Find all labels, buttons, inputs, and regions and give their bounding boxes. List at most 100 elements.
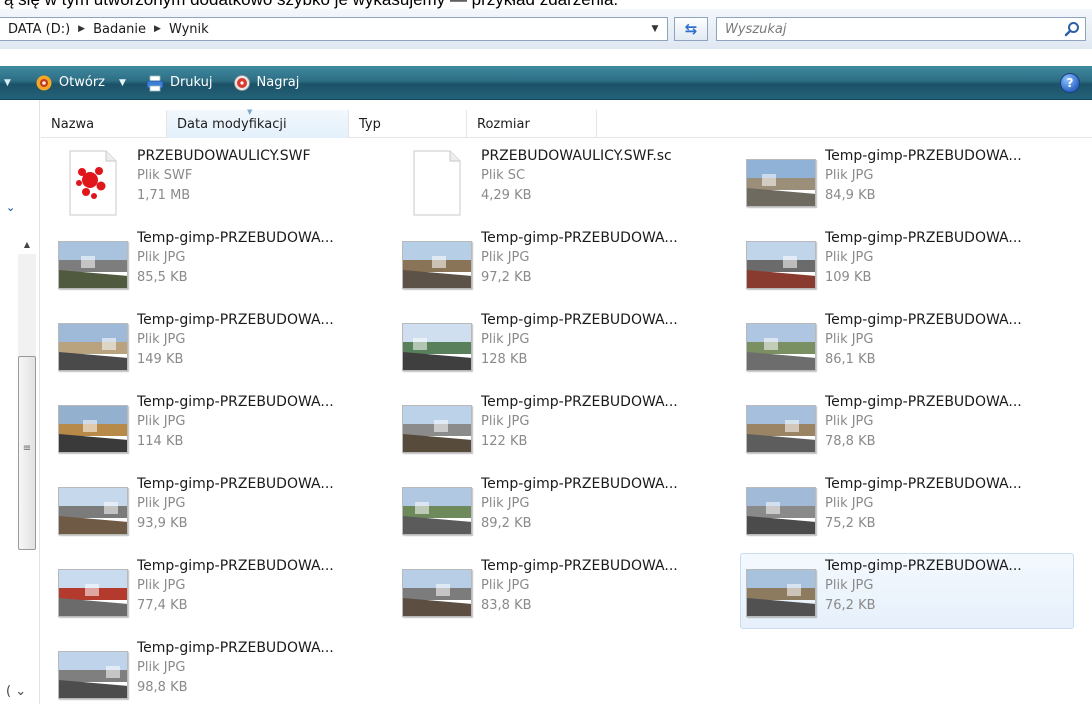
explorer-window: ą się w tym utworzonym dodatkowo szybko … bbox=[0, 0, 1092, 704]
column-header-label: Rozmiar bbox=[477, 116, 530, 132]
file-size: 76,2 KB bbox=[825, 598, 876, 613]
file-item[interactable]: Temp-gimp-PRZEBUDOWA... Plik JPG 128 KB bbox=[396, 307, 730, 383]
collapse-chevron-icon[interactable]: ⌄ bbox=[6, 201, 20, 215]
search-input[interactable] bbox=[717, 19, 1059, 39]
column-header-row: Nazwa ▼ Data modyfikacji Typ Rozmiar bbox=[41, 108, 1092, 138]
file-name: Temp-gimp-PRZEBUDOWA... bbox=[481, 312, 678, 328]
file-name: Temp-gimp-PRZEBUDOWA... bbox=[137, 558, 334, 574]
file-size: 122 KB bbox=[481, 434, 528, 449]
refresh-icon: ⇆ bbox=[684, 20, 698, 38]
burn-disc-icon bbox=[233, 74, 251, 92]
column-header-name[interactable]: Nazwa bbox=[41, 110, 167, 138]
photo-thumbnail bbox=[57, 641, 129, 704]
breadcrumb-segment[interactable]: DATA (D:) bbox=[8, 22, 70, 37]
file-item[interactable]: Temp-gimp-PRZEBUDOWA... Plik JPG 77,4 KB bbox=[52, 553, 386, 629]
file-item[interactable]: PRZEBUDOWAULICY.SWF Plik SWF 1,71 MB bbox=[52, 143, 386, 219]
photo-thumbnail bbox=[745, 313, 817, 381]
file-item[interactable]: Temp-gimp-PRZEBUDOWA... Plik JPG 78,8 KB bbox=[740, 389, 1074, 465]
file-type: Plik JPG bbox=[137, 496, 186, 511]
column-header-type[interactable]: Typ bbox=[349, 110, 467, 138]
file-name: Temp-gimp-PRZEBUDOWA... bbox=[825, 312, 1022, 328]
file-size: 128 KB bbox=[481, 352, 528, 367]
file-name: Temp-gimp-PRZEBUDOWA... bbox=[481, 394, 678, 410]
file-item[interactable]: Temp-gimp-PRZEBUDOWA... Plik JPG 76,2 KB bbox=[740, 553, 1074, 629]
file-size: 83,8 KB bbox=[481, 598, 532, 613]
file-size: 84,9 KB bbox=[825, 188, 876, 203]
column-header-size[interactable]: Rozmiar bbox=[467, 110, 597, 138]
file-size: 4,29 KB bbox=[481, 188, 532, 203]
organize-dropdown-icon[interactable]: ▼ bbox=[4, 78, 11, 88]
blank-document-icon bbox=[401, 149, 473, 217]
file-item[interactable]: Temp-gimp-PRZEBUDOWA... Plik JPG 84,9 KB bbox=[740, 143, 1074, 219]
file-type: Plik JPG bbox=[825, 168, 874, 183]
file-size: 1,71 MB bbox=[137, 188, 191, 203]
print-button[interactable]: Drukuj bbox=[140, 70, 219, 96]
file-item[interactable]: Temp-gimp-PRZEBUDOWA... Plik JPG 85,5 KB bbox=[52, 225, 386, 301]
file-item[interactable]: Temp-gimp-PRZEBUDOWA... Plik JPG 149 KB bbox=[52, 307, 386, 383]
file-size: 109 KB bbox=[825, 270, 872, 285]
file-type: Plik JPG bbox=[481, 250, 530, 265]
burn-button[interactable]: Nagraj bbox=[227, 70, 306, 96]
breadcrumb-segment[interactable]: Badanie bbox=[93, 22, 146, 37]
file-name: Temp-gimp-PRZEBUDOWA... bbox=[137, 476, 334, 492]
file-item[interactable]: Temp-gimp-PRZEBUDOWA... Plik JPG 89,2 KB bbox=[396, 471, 730, 547]
print-label: Drukuj bbox=[169, 75, 213, 90]
file-item[interactable]: Temp-gimp-PRZEBUDOWA... Plik JPG 93,9 KB bbox=[52, 471, 386, 547]
file-type: Plik SWF bbox=[137, 168, 193, 183]
address-history-dropdown-icon[interactable]: ▼ bbox=[647, 19, 663, 39]
file-item[interactable]: Temp-gimp-PRZEBUDOWA... Plik JPG 122 KB bbox=[396, 389, 730, 465]
file-name: Temp-gimp-PRZEBUDOWA... bbox=[137, 394, 334, 410]
file-name: Temp-gimp-PRZEBUDOWA... bbox=[481, 476, 678, 492]
file-item[interactable]: Temp-gimp-PRZEBUDOWA... Plik JPG 109 KB bbox=[740, 225, 1074, 301]
refresh-button[interactable]: ⇆ bbox=[674, 17, 708, 41]
command-toolbar: ▼ Otwórz ▼ Drukuj Nagraj ? bbox=[0, 66, 1092, 100]
file-item[interactable]: Temp-gimp-PRZEBUDOWA... Plik JPG 114 KB bbox=[52, 389, 386, 465]
help-icon: ? bbox=[1066, 76, 1074, 90]
column-header-date[interactable]: ▼ Data modyfikacji bbox=[167, 108, 349, 138]
file-item[interactable]: Temp-gimp-PRZEBUDOWA... Plik JPG 83,8 KB bbox=[396, 553, 730, 629]
file-name: PRZEBUDOWAULICY.SWF bbox=[137, 148, 311, 164]
file-item[interactable]: Temp-gimp-PRZEBUDOWA... Plik JPG 86,1 KB bbox=[740, 307, 1074, 383]
breadcrumb-segment[interactable]: Wynik bbox=[169, 22, 209, 37]
photo-thumbnail bbox=[57, 559, 129, 627]
scroll-down-arrow-icon[interactable]: ( ⌄ bbox=[6, 684, 26, 699]
file-name: Temp-gimp-PRZEBUDOWA... bbox=[825, 230, 1022, 246]
file-name: Temp-gimp-PRZEBUDOWA... bbox=[825, 394, 1022, 410]
file-size: 85,5 KB bbox=[137, 270, 188, 285]
file-size: 114 KB bbox=[137, 434, 184, 449]
flash-file-icon bbox=[57, 149, 129, 217]
scroll-up-arrow-icon[interactable]: ▲ bbox=[18, 236, 36, 252]
photo-thumbnail bbox=[57, 313, 129, 381]
address-bar[interactable]: DATA (D:) ▶ Badanie ▶ Wynik ▼ bbox=[0, 17, 668, 41]
open-dropdown-icon[interactable]: ▼ bbox=[119, 78, 126, 88]
file-item[interactable]: PRZEBUDOWAULICY.SWF.sc Plik SC 4,29 KB bbox=[396, 143, 730, 219]
file-type: Plik JPG bbox=[481, 496, 530, 511]
photo-thumbnail bbox=[401, 231, 473, 299]
file-type: Plik JPG bbox=[137, 578, 186, 593]
file-item[interactable]: Temp-gimp-PRZEBUDOWA... Plik JPG 75,2 KB bbox=[740, 471, 1074, 547]
file-name: Temp-gimp-PRZEBUDOWA... bbox=[825, 148, 1022, 164]
document-text-fragment: ą się w tym utworzonym dodatkowo szybko … bbox=[0, 0, 1092, 9]
breadcrumb-arrow-icon[interactable]: ▶ bbox=[154, 24, 161, 34]
photo-thumbnail bbox=[745, 559, 817, 627]
column-header-label: Typ bbox=[359, 116, 381, 132]
burn-label: Nagraj bbox=[256, 75, 300, 90]
photo-thumbnail bbox=[401, 395, 473, 463]
search-box[interactable] bbox=[716, 17, 1086, 41]
file-size: 149 KB bbox=[137, 352, 184, 367]
help-button[interactable]: ? bbox=[1060, 73, 1080, 93]
file-name: Temp-gimp-PRZEBUDOWA... bbox=[137, 230, 334, 246]
search-icon[interactable] bbox=[1059, 18, 1085, 40]
open-label: Otwórz bbox=[58, 75, 106, 90]
file-type: Plik JPG bbox=[825, 578, 874, 593]
address-row: DATA (D:) ▶ Badanie ▶ Wynik ▼ ⇆ bbox=[0, 9, 1092, 49]
file-size: 86,1 KB bbox=[825, 352, 876, 367]
file-type: Plik JPG bbox=[825, 414, 874, 429]
photo-thumbnail bbox=[745, 149, 817, 217]
file-name: Temp-gimp-PRZEBUDOWA... bbox=[825, 558, 1022, 574]
photo-thumbnail bbox=[57, 477, 129, 545]
open-button[interactable]: Otwórz ▼ bbox=[29, 70, 132, 96]
file-item[interactable]: Temp-gimp-PRZEBUDOWA... Plik JPG 98,8 KB bbox=[52, 635, 386, 704]
breadcrumb-arrow-icon[interactable]: ▶ bbox=[78, 24, 85, 34]
file-item[interactable]: Temp-gimp-PRZEBUDOWA... Plik JPG 97,2 KB bbox=[396, 225, 730, 301]
